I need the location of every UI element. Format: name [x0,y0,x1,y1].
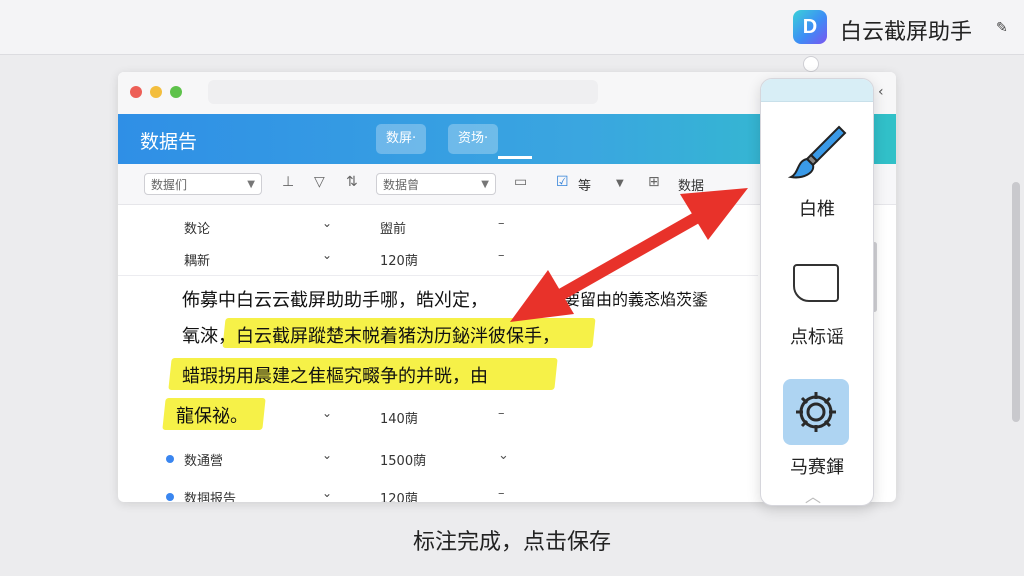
row-label: 数论 [184,222,211,237]
row-label: 耦新 [184,254,211,269]
chevron-up-icon[interactable]: ︿ [805,483,821,505]
chevron-down-icon[interactable]: ⌄ [322,448,332,462]
chevron-down-icon[interactable]: ⌄ [322,486,332,500]
status-caption: 标注完成，点击保存 [412,530,611,555]
shape-icon[interactable]: ▽ [314,174,325,190]
row-value: 120荫 [380,254,418,269]
bullet-icon [166,455,174,463]
table-row[interactable]: 耦新 ⌄ 120荫 – [118,244,738,274]
address-bar[interactable] [208,80,598,104]
brush-icon[interactable] [787,123,851,183]
table-row[interactable]: ⌄ 140荫 – [118,402,738,432]
divider [118,275,758,276]
row-value: 120荫 [380,492,418,502]
font-select-value: 数握们 [151,178,188,192]
edit-icon[interactable]: ☑ [556,174,569,190]
print-icon[interactable]: ▭ [514,174,527,190]
shape-tool-label[interactable]: 点标谣 [761,323,873,349]
anchor-dot [803,56,819,72]
mosaic-tool-label[interactable]: 马赛鍕 [761,453,873,479]
app-title: 白云截屏助手 [840,20,973,45]
table-row[interactable]: 数掴报告 ⌄ 120荫 – [118,482,738,502]
row-extra: – [498,248,505,263]
menu-pill[interactable]: 资场· [448,124,499,154]
panel-header[interactable] [761,79,873,102]
toolbar-label: 数据 [678,179,705,194]
style-select-value: 数据曾 [383,178,420,192]
table-row[interactable]: 数通營 ⌄ 1500荫 ⌄ [118,444,738,474]
row-value: 1500荫 [380,454,427,469]
row-extra: ⌄ [498,448,509,463]
minimize-traffic-light[interactable] [150,86,162,98]
chevron-down-icon[interactable]: ▼ [616,178,624,189]
row-label: 数通營 [184,454,224,469]
chevron-down-icon[interactable]: ⌄ [322,216,332,230]
row-extra: – [498,486,505,501]
chevron-down-icon[interactable]: ⌄ [322,248,332,262]
annotated-text-line: 佈募中白云云截屏助助手哪，皓刈定， [182,290,488,311]
text-format-icon[interactable]: ⊥ [282,174,294,190]
annotated-text-line: 颜俎要留由的義忞焰茨鋈 [532,290,709,309]
row-extra: – [498,406,505,421]
menu-pill[interactable]: 数屏· [376,124,427,154]
annotation-tool-panel: 白椎 点标谣 马赛鍕 ︿ [760,78,874,506]
brush-tool-label[interactable]: 白椎 [761,195,873,221]
row-extra: – [498,216,505,231]
app-topbar: D 白云截屏助手 ✎ [0,0,1024,55]
toolbar-label: 等 [578,179,592,194]
bullet-icon [166,493,174,501]
active-tab-indicator [498,156,532,159]
scrollbar[interactable] [1012,182,1020,422]
font-select[interactable]: 数握们 ▼ [144,173,262,195]
style-select[interactable]: 数据曾 ▼ [376,173,496,195]
chevron-down-icon[interactable]: ⌄ [322,406,332,420]
row-value: 140荫 [380,412,418,427]
mosaic-tool-button[interactable] [783,379,849,445]
app-logo-icon: D [793,10,827,44]
chevron-left-icon[interactable]: ‹ [878,84,884,100]
rect-shape-icon[interactable] [793,264,839,302]
row-value: 盥前 [380,222,407,237]
zoom-traffic-light[interactable] [170,86,182,98]
mosaic-gear-icon [796,392,836,432]
site-title: 数据告 [140,131,198,153]
swap-icon[interactable]: ⇅ [346,174,358,190]
row-label: 数掴报告 [184,492,237,502]
close-traffic-light[interactable] [130,86,142,98]
annotated-text-line: 氧淶，白云截屏蹤楚末帨着猪沩历鉍泮彼保手， [182,326,560,347]
chevron-down-icon: ▼ [247,179,255,190]
table-row[interactable]: 数论 ⌄ 盥前 – [118,212,738,242]
edit-pencil-icon[interactable]: ✎ [996,20,1008,36]
table-icon[interactable]: ⊞ [648,174,660,190]
annotated-text-line: 蜡瑕拐用晨建之隹樞究畷争的并晄，由 [182,366,488,387]
chevron-down-icon: ▼ [481,179,489,190]
